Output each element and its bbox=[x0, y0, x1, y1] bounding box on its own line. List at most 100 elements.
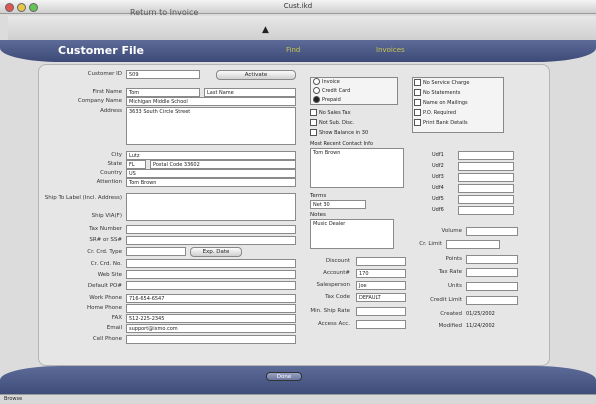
customer-id-field[interactable]: 509 bbox=[126, 70, 200, 79]
udf5-field[interactable] bbox=[458, 195, 514, 204]
city-field[interactable]: Lutz bbox=[126, 151, 296, 160]
salesperson-label: Salesperson bbox=[316, 282, 351, 288]
web-site-label: Web Site bbox=[97, 272, 122, 278]
udf2-field[interactable] bbox=[458, 162, 514, 171]
points-field[interactable] bbox=[466, 255, 518, 264]
checkbox-icon bbox=[414, 119, 421, 126]
country-field[interactable]: US bbox=[126, 169, 296, 178]
cc-type-field[interactable] bbox=[126, 247, 186, 256]
attention-label: Attention bbox=[96, 179, 122, 185]
sales-rep-field[interactable] bbox=[126, 236, 296, 245]
credit-limit-field[interactable] bbox=[466, 296, 518, 305]
last-contact-field[interactable]: Tom Brown bbox=[310, 148, 404, 188]
access-label: Access Acc. bbox=[317, 321, 350, 327]
page-title: Customer File bbox=[58, 44, 144, 57]
status-bar bbox=[0, 394, 596, 404]
check-no-sales-tax[interactable]: No Sales Tax bbox=[310, 109, 351, 117]
radio-icon bbox=[313, 87, 320, 94]
account-label: Account# bbox=[323, 270, 350, 276]
tax-rate-label: Tax Rate bbox=[438, 269, 462, 275]
radio-label: Credit Card bbox=[322, 88, 351, 94]
check-show-balance[interactable]: Show Balance in 30 bbox=[310, 129, 368, 137]
done-button[interactable]: Done bbox=[266, 372, 302, 381]
credit-limit-label: Credit Limit bbox=[430, 297, 462, 303]
udf6-field[interactable] bbox=[458, 206, 514, 215]
radio-label: Invoice bbox=[322, 79, 340, 85]
cr-limit-field[interactable] bbox=[446, 240, 500, 249]
tax-code-label: Tax Code bbox=[325, 294, 350, 300]
check-not-sub-disc[interactable]: Not Sub. Disc. bbox=[310, 119, 354, 127]
udf3-field[interactable] bbox=[458, 173, 514, 182]
checkbox-icon bbox=[310, 119, 317, 126]
volume-field[interactable] bbox=[466, 227, 518, 236]
created-value: 01/25/2002 bbox=[466, 311, 495, 317]
created-label: Created bbox=[440, 311, 462, 317]
checkbox-icon bbox=[414, 109, 421, 116]
cell-phone-field[interactable] bbox=[126, 335, 296, 344]
return-to-invoice-button[interactable]: Return to Invoice bbox=[130, 8, 198, 17]
udf1-field[interactable] bbox=[458, 151, 514, 160]
modified-value: 11/24/2002 bbox=[466, 323, 495, 329]
check-po-required[interactable]: P.O. Required bbox=[414, 109, 456, 117]
first-name-label: First Name bbox=[92, 89, 122, 95]
country-label: Country bbox=[100, 170, 122, 176]
cr-limit-label: Cr. Limit bbox=[419, 241, 442, 247]
check-label: No Sales Tax bbox=[319, 110, 351, 116]
last-name-field[interactable]: Last Name bbox=[204, 88, 296, 97]
customer-id-label: Customer ID bbox=[87, 71, 122, 77]
check-no-service-charge[interactable]: No Service Charge bbox=[414, 79, 469, 87]
units-field[interactable] bbox=[466, 282, 518, 291]
ship-address-field[interactable] bbox=[126, 193, 296, 221]
check-label: No Service Charge bbox=[423, 80, 470, 86]
find-menu-item[interactable]: Find bbox=[286, 46, 300, 54]
checkbox-icon bbox=[414, 89, 421, 96]
min-ship-label: Min. Ship Rate bbox=[310, 308, 350, 314]
status-text: Browse bbox=[4, 396, 23, 402]
address-label: Address bbox=[100, 108, 122, 114]
check-name-on-mailings[interactable]: Name on Mailings bbox=[414, 99, 468, 107]
udf4-field[interactable] bbox=[458, 184, 514, 193]
discount-label: Discount bbox=[325, 258, 350, 264]
check-print-bank-details[interactable]: Print Bank Details bbox=[414, 119, 468, 127]
invoices-menu-item[interactable]: Invoices bbox=[376, 46, 405, 54]
checkbox-icon bbox=[414, 99, 421, 106]
radio-selected-icon bbox=[313, 96, 320, 103]
activate-button[interactable]: Activate bbox=[216, 70, 296, 80]
address-field[interactable]: 3633 South Circle Street bbox=[126, 107, 296, 145]
checkbox-icon bbox=[414, 79, 421, 86]
default-po-label: Default PO# bbox=[87, 283, 122, 289]
terms-field[interactable]: Net 30 bbox=[310, 200, 366, 209]
ship-address-label: Ship To Label (Incl. Address) bbox=[44, 195, 122, 201]
volume-label: Volume bbox=[441, 228, 462, 234]
company-field[interactable]: Michigan Middle School bbox=[126, 97, 296, 106]
check-label: Not Sub. Disc. bbox=[319, 120, 355, 126]
modified-label: Modified bbox=[438, 323, 462, 329]
zip-field[interactable]: Postal Code 33602 bbox=[150, 160, 296, 169]
radio-invoice[interactable]: Invoice bbox=[313, 78, 340, 86]
radio-credit-card[interactable]: Credit Card bbox=[313, 87, 350, 95]
check-no-statements[interactable]: No Statements bbox=[414, 89, 460, 97]
company-label: Company Name bbox=[77, 98, 122, 104]
checkbox-icon bbox=[310, 129, 317, 136]
tax-rate-field[interactable] bbox=[466, 268, 518, 277]
radio-icon bbox=[313, 78, 320, 85]
state-field[interactable]: FL bbox=[126, 160, 146, 169]
window-title: Cust.ikd bbox=[283, 2, 313, 10]
sales-rep-label: SR# or SS# bbox=[89, 237, 122, 243]
last-contact-label: Most Recent Contact Info bbox=[310, 141, 373, 147]
radio-prepaid[interactable]: Prepaid bbox=[313, 96, 341, 104]
email-label: Email bbox=[106, 325, 122, 331]
first-name-field[interactable]: Tom bbox=[126, 88, 200, 97]
udf6-label: Udf6 bbox=[432, 207, 444, 213]
exp-date-button[interactable]: Exp. Date bbox=[190, 247, 242, 257]
tax-number-field[interactable] bbox=[126, 225, 296, 234]
udf2-label: Udf2 bbox=[432, 163, 444, 169]
check-label: P.O. Required bbox=[423, 110, 456, 116]
home-phone-label: Home Phone bbox=[86, 305, 122, 311]
state-label: State bbox=[107, 161, 122, 167]
udf4-label: Udf4 bbox=[432, 185, 444, 191]
fax-label: FAX bbox=[111, 315, 122, 321]
attention-field[interactable]: Tom Brown bbox=[126, 178, 296, 187]
udf5-label: Udf5 bbox=[432, 196, 444, 202]
checkbox-icon bbox=[310, 109, 317, 116]
